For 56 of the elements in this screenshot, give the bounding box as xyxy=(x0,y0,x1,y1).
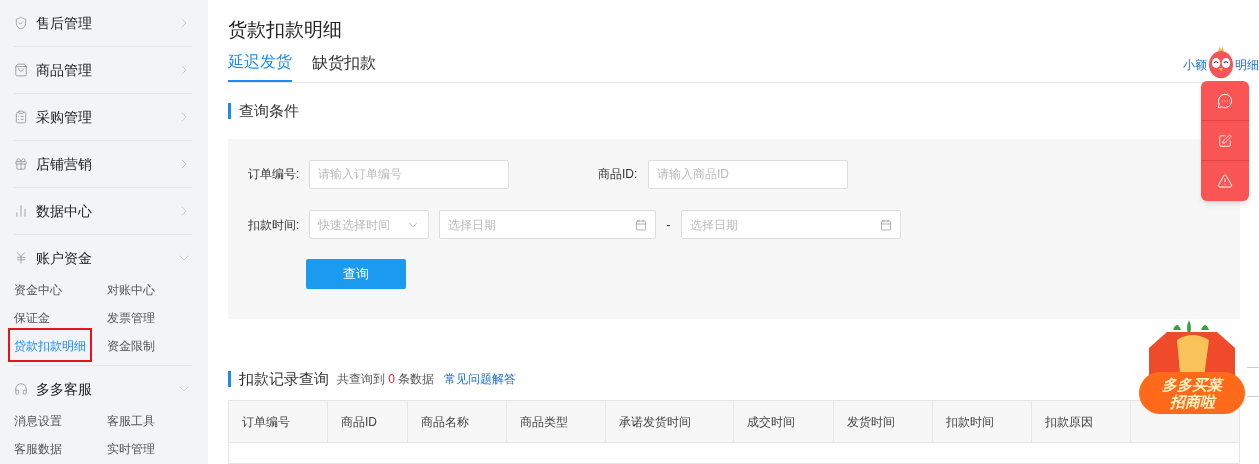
promo-text: 多多买菜 xyxy=(1161,376,1225,393)
calendar-icon xyxy=(635,218,647,231)
field-label: 订单编号: xyxy=(248,166,301,183)
submenu-link[interactable]: 发票管理 xyxy=(107,311,155,325)
tab[interactable]: 延迟发货 xyxy=(228,50,292,82)
field-label: 扣款时间: xyxy=(248,216,301,234)
calendar-icon xyxy=(880,218,892,231)
sidebar-item[interactable]: 商品管理 xyxy=(14,47,192,93)
submenu-link[interactable]: 客服工具 xyxy=(107,414,155,428)
faq-link[interactable]: 常见问题解答 xyxy=(444,370,517,388)
bag-icon xyxy=(14,63,28,77)
tab[interactable]: 缺货扣款 xyxy=(312,50,376,82)
result-count: 共查询到 0 条数据 xyxy=(337,371,435,388)
chat-icon xyxy=(1217,92,1233,109)
section-heading: 扣款记录查询 xyxy=(239,368,329,389)
section-heading: 查询条件 xyxy=(239,100,299,121)
headset-icon xyxy=(14,382,28,396)
gift-icon xyxy=(14,157,28,171)
submenu-link[interactable]: 资金中心 xyxy=(14,283,62,297)
sidebar-item[interactable]: 多多客服 xyxy=(14,366,192,412)
sidebar-item[interactable]: 店铺营销 xyxy=(14,141,192,187)
input-field[interactable]: 请输入商品ID xyxy=(648,159,848,189)
column-header: 发货时间 xyxy=(834,401,933,442)
shield-icon xyxy=(14,16,28,30)
column-header: 扣款原因 xyxy=(1032,401,1131,442)
column-header: 承诺发货时间 xyxy=(606,401,734,442)
warning-icon xyxy=(1217,173,1233,189)
input-field[interactable]: 请输入订单编号 xyxy=(309,159,509,189)
link-text[interactable]: 明细 xyxy=(1235,56,1259,74)
column-header: 商品ID xyxy=(328,401,408,442)
column-header: 成交时间 xyxy=(734,401,834,442)
field-label: 商品ID: xyxy=(598,166,639,183)
partial-control[interactable] xyxy=(1247,367,1259,397)
page-title: 货款扣款明细 xyxy=(228,18,342,42)
column-header: 商品名称 xyxy=(408,401,507,442)
column-header: 订单编号 xyxy=(229,401,328,442)
range-separator: - xyxy=(665,216,672,234)
mascot-bird-drawing xyxy=(1209,46,1233,80)
sidebar-item[interactable]: 采购管理 xyxy=(14,94,192,140)
submenu-link[interactable]: 保证金 xyxy=(14,311,50,325)
clipboard-icon xyxy=(14,110,28,124)
sidebar-item[interactable]: 数据中心 xyxy=(14,188,192,234)
sidebar-item[interactable]: 账户资金 xyxy=(14,235,192,281)
yen-icon xyxy=(14,251,28,265)
submenu-link[interactable]: 资金限制 xyxy=(107,339,155,353)
submenu-link[interactable]: 消息设置 xyxy=(14,414,62,428)
submenu-link[interactable]: 客服数据 xyxy=(14,442,62,456)
column-header: 商品类型 xyxy=(507,401,606,442)
submenu-link[interactable]: 对账中心 xyxy=(107,283,155,297)
column-header: 扣款时间 xyxy=(933,401,1032,442)
bar-chart-icon xyxy=(14,204,28,218)
submenu-link[interactable]: 实时管理 xyxy=(107,442,155,456)
promo-text: 招商啦 xyxy=(1168,393,1218,410)
link-text[interactable]: 小额 xyxy=(1183,56,1207,74)
edit-icon xyxy=(1218,133,1232,148)
sidebar-item[interactable]: 售后管理 xyxy=(14,0,192,46)
